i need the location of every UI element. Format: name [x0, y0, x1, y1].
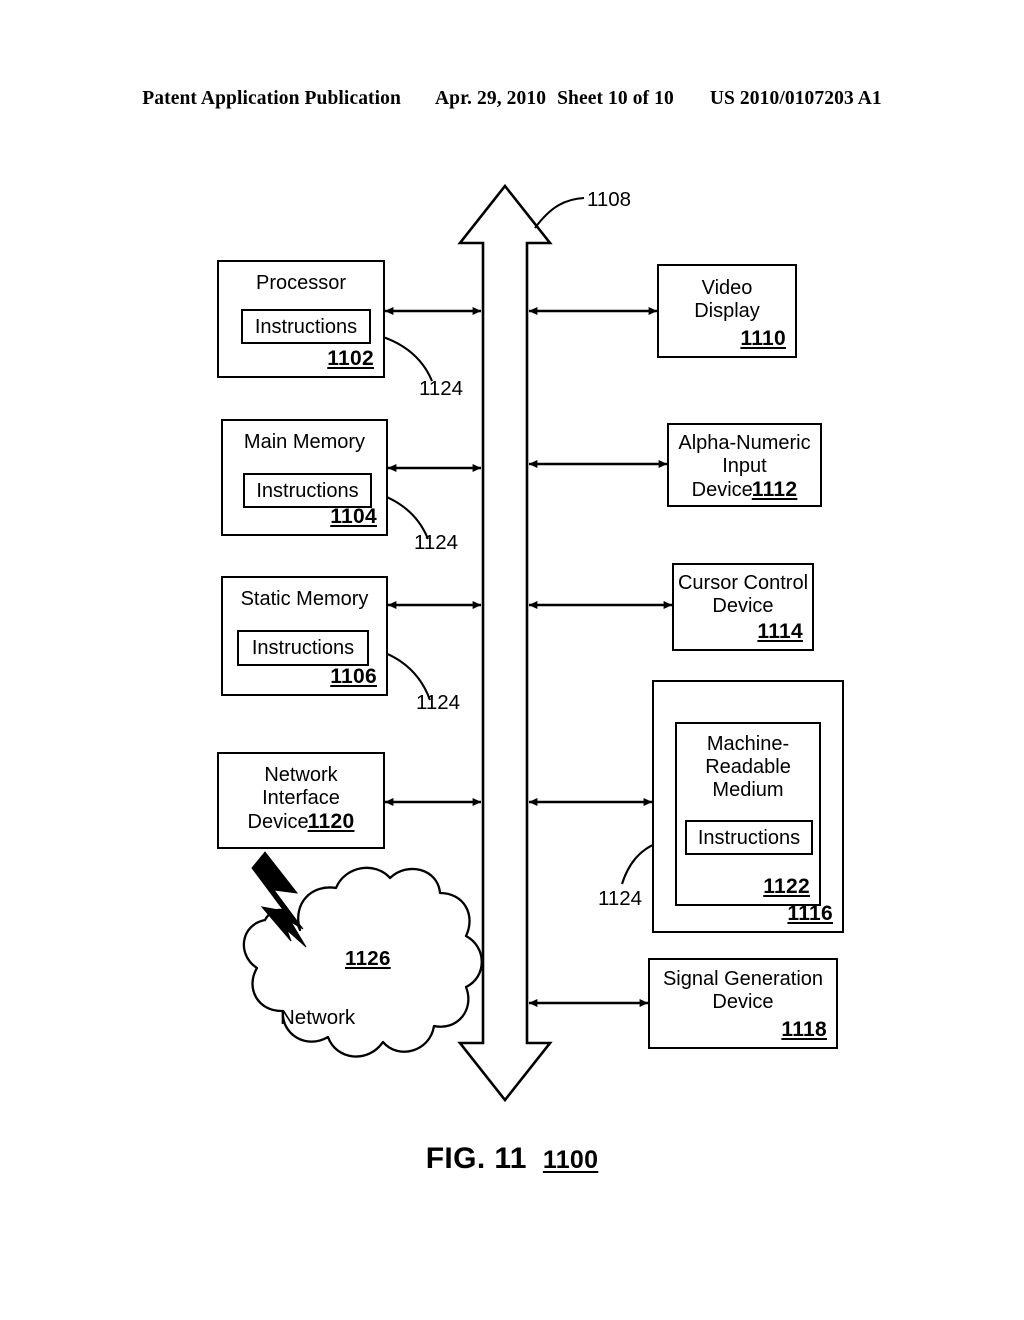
main-memory-ref: 1104: [330, 504, 377, 528]
video-display-title: Video Display: [694, 277, 760, 323]
cursor-control-device-ref: 1114: [757, 619, 803, 643]
bus-ref-leader: [534, 196, 585, 229]
network-cloud-label: Network: [280, 1006, 356, 1029]
cursor-control-device-title: Cursor Control Device: [677, 572, 809, 618]
network-interface-device-title: Network Interface Device1120: [219, 764, 383, 835]
processor-box[interactable]: Processor Instructions 1102: [217, 260, 385, 378]
network-interface-device-box[interactable]: Network Interface Device1120: [217, 752, 385, 849]
system-bus-ref: 1108: [587, 188, 632, 211]
network-cloud-ref: 1126: [345, 947, 391, 970]
figure-label: FIG. 11: [425, 1142, 527, 1175]
patent-figure-11: Processor Instructions 1102 1124 Main Me…: [0, 0, 1024, 1320]
alpha-numeric-input-device-box[interactable]: Alpha-Numeric Input Device1112: [667, 423, 822, 507]
machine-readable-medium-title: Machine- Readable Medium: [705, 733, 791, 802]
processor-ref: 1102: [327, 346, 374, 370]
static-memory-instructions-box[interactable]: Instructions: [237, 630, 369, 666]
drive-unit-box[interactable]: Machine- Readable Medium Instructions 11…: [652, 680, 844, 933]
leader-label-1124-main-memory: 1124: [414, 531, 459, 554]
main-memory-instructions-label: Instructions: [256, 479, 359, 502]
main-memory-instructions-box[interactable]: Instructions: [243, 473, 372, 508]
static-memory-title: Static Memory: [240, 588, 369, 610]
video-display-box[interactable]: Video Display 1110: [657, 264, 797, 358]
processor-instructions-box[interactable]: Instructions: [241, 309, 371, 344]
processor-instructions-label: Instructions: [254, 315, 358, 338]
figure-ref: 1100: [542, 1146, 599, 1174]
signal-generation-device-title: Signal Generation Device: [662, 968, 824, 1014]
static-memory-instructions-label: Instructions: [251, 637, 355, 659]
alpha-numeric-input-device-ref: 1112: [751, 478, 798, 502]
machine-readable-medium-instructions-box[interactable]: Instructions: [685, 820, 813, 855]
figure-caption: FIG. 11 1100: [0, 1142, 1024, 1176]
signal-generation-device-box[interactable]: Signal Generation Device 1118: [648, 958, 838, 1049]
main-memory-box[interactable]: Main Memory Instructions 1104: [221, 419, 388, 536]
machine-readable-medium-instructions-label: Instructions: [697, 826, 801, 849]
signal-generation-device-ref: 1118: [781, 1017, 827, 1041]
network-interface-device-ref: 1120: [307, 810, 355, 834]
static-memory-ref: 1106: [330, 664, 377, 688]
video-display-ref: 1110: [740, 326, 786, 350]
cursor-control-device-box[interactable]: Cursor Control Device 1114: [672, 563, 814, 651]
alpha-numeric-input-device-title: Alpha-Numeric Input Device1112: [669, 432, 820, 503]
processor-title: Processor: [255, 272, 347, 294]
leader-label-1124-machine-readable-medium: 1124: [598, 887, 643, 910]
machine-readable-medium-box[interactable]: Machine- Readable Medium Instructions 11…: [675, 722, 821, 906]
leader-label-1124-static-memory: 1124: [416, 691, 461, 714]
static-memory-box[interactable]: Static Memory Instructions 1106: [221, 576, 388, 696]
diagram-vector-layer: [242, 183, 681, 1103]
machine-readable-medium-ref: 1122: [763, 874, 810, 898]
main-memory-title: Main Memory: [243, 431, 366, 453]
leader-label-1124-processor: 1124: [419, 377, 464, 400]
